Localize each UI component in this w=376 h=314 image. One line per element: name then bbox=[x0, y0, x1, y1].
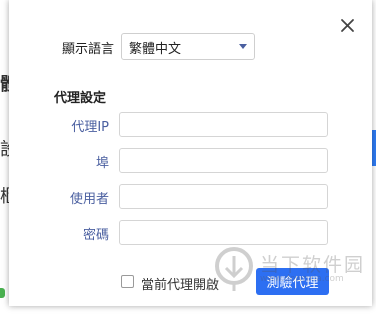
proxy-ip-label: 代理IP bbox=[71, 120, 109, 135]
screen: 體 設 櫃 顯示語言 繁體中文 代理設定 代理IP 埠 使用者 密碼 當前代理開… bbox=[0, 0, 376, 314]
test-proxy-button[interactable]: 測驗代理 bbox=[256, 268, 329, 295]
chevron-down-icon bbox=[239, 44, 247, 49]
username-label: 使用者 bbox=[69, 192, 109, 207]
password-label: 密碼 bbox=[82, 228, 109, 243]
enable-proxy-label: 當前代理開啟 bbox=[141, 278, 220, 293]
close-button[interactable] bbox=[337, 15, 359, 37]
port-label: 埠 bbox=[95, 156, 109, 171]
language-select-value: 繁體中文 bbox=[129, 42, 182, 57]
background-green-indicator bbox=[0, 288, 5, 298]
username-input[interactable] bbox=[119, 184, 328, 209]
port-input[interactable] bbox=[119, 148, 328, 173]
settings-dialog: 顯示語言 繁體中文 代理設定 代理IP 埠 使用者 密碼 當前代理開啟 測驗代理 bbox=[9, 0, 372, 306]
proxy-section-title: 代理設定 bbox=[54, 91, 107, 106]
enable-proxy-checkbox[interactable] bbox=[121, 275, 134, 288]
password-input[interactable] bbox=[119, 220, 328, 245]
language-label: 顯示語言 bbox=[61, 42, 114, 57]
language-select[interactable]: 繁體中文 bbox=[121, 33, 255, 60]
proxy-ip-input[interactable] bbox=[119, 112, 328, 137]
close-icon bbox=[341, 19, 354, 32]
